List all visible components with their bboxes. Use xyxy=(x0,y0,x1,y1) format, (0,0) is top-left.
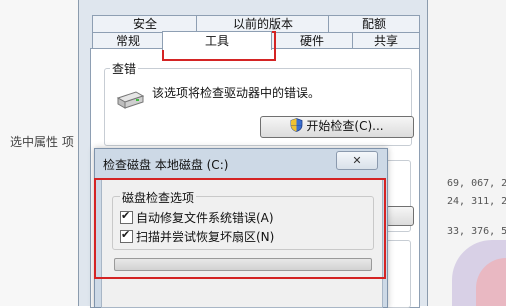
tab-general[interactable]: 常规 xyxy=(92,32,164,49)
uac-shield-icon xyxy=(291,118,303,132)
close-icon: ✕ xyxy=(352,154,362,167)
auto-fix-label: 自动修复文件系统错误(A) xyxy=(136,211,274,225)
error-check-title: 查错 xyxy=(110,60,139,77)
background-text: 选中属性 项 xyxy=(10,135,74,149)
background-number: 24, 311, 2 xyxy=(447,196,506,207)
tab-sharing[interactable]: 共享 xyxy=(352,32,420,49)
tab-tools[interactable]: 工具 xyxy=(162,31,272,50)
close-button[interactable]: ✕ xyxy=(336,151,378,170)
tab-security[interactable]: 安全 xyxy=(92,15,198,32)
auto-fix-option[interactable]: ✔ 自动修复文件系统错误(A) xyxy=(120,209,274,226)
auto-fix-checkbox[interactable]: ✔ xyxy=(120,209,133,224)
scan-bad-sectors-label: 扫描并尝试恢复坏扇区(N) xyxy=(136,230,275,244)
scan-bad-sectors-option[interactable]: ✔ 扫描并尝试恢复坏扇区(N) xyxy=(120,228,274,245)
tab-hardware[interactable]: 硬件 xyxy=(270,32,354,49)
checkmark-icon: ✔ xyxy=(121,209,131,222)
error-check-description: 该选项将检查驱动器中的错误。 xyxy=(152,86,321,100)
background-app-left xyxy=(0,0,80,306)
start-check-label: 开始检查(C)... xyxy=(306,119,384,133)
background-number: 69, 067, 2 xyxy=(447,178,506,189)
defrag-button-edge[interactable] xyxy=(386,206,414,226)
tab-quota[interactable]: 配额 xyxy=(328,15,420,32)
scan-bad-sectors-checkbox[interactable]: ✔ xyxy=(120,228,133,243)
checkmark-icon: ✔ xyxy=(121,228,131,241)
check-disk-title: 检查磁盘 本地磁盘 (C:) xyxy=(103,158,229,172)
tab-previous-versions[interactable]: 以前的版本 xyxy=(196,15,330,32)
start-check-button[interactable]: 开始检查(C)... xyxy=(260,116,414,138)
check-progress-bar xyxy=(114,258,372,271)
disk-check-options-title: 磁盘检查选项 xyxy=(120,189,197,206)
background-number: 33, 376, 5 xyxy=(447,226,506,237)
hard-drive-icon xyxy=(116,91,144,109)
